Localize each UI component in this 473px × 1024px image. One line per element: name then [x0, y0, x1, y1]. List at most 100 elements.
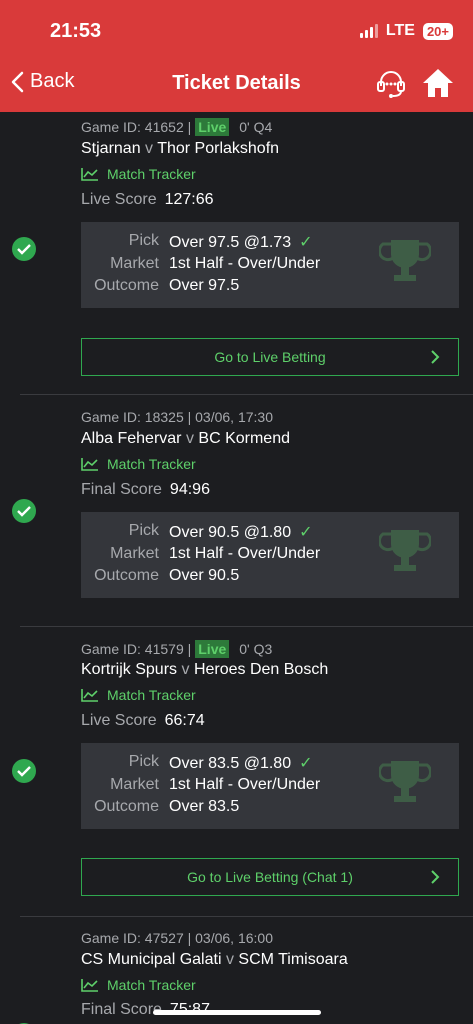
match-tracker-label: Match Tracker — [107, 687, 196, 703]
market-value: 1st Half - Over/Under — [169, 776, 321, 793]
market-value: 1st Half - Over/Under — [169, 545, 321, 562]
ticket-item: Game ID: 18325 | 03/06, 17:30 Alba Feher… — [12, 395, 473, 627]
market-value: 1st Half - Over/Under — [169, 255, 321, 272]
score-label: Final Score — [81, 481, 162, 498]
home-team: Kortrijk Spurs — [81, 661, 178, 678]
home-icon[interactable] — [421, 66, 455, 105]
match-tracker-link[interactable]: Match Tracker — [81, 456, 196, 472]
market-label: Market — [110, 545, 159, 562]
away-team: SCM Timisoara — [238, 951, 348, 968]
score-row: Live Score 66:74 — [81, 712, 205, 730]
checkmark-icon: ✓ — [299, 234, 313, 251]
check-circle-icon — [12, 237, 36, 261]
checkmark-icon: ✓ — [299, 755, 313, 772]
pick-details: Pick Over 90.5 @1.80 ✓ Market 1st Half - … — [81, 512, 459, 598]
status-indicators: LTE 20+ — [359, 22, 453, 40]
score-row: Live Score 127:66 — [81, 191, 214, 209]
market-label: Market — [110, 255, 159, 272]
match-tracker-link[interactable]: Match Tracker — [81, 977, 196, 993]
score-value: 94:96 — [169, 481, 210, 498]
chart-line-icon — [81, 168, 98, 181]
network-label: LTE — [385, 22, 415, 39]
vs-label: v — [145, 140, 154, 157]
game-time: 0' Q4 — [239, 119, 273, 135]
match-tracker-label: Match Tracker — [107, 977, 196, 993]
game-id: Game ID: 41579 | — [81, 641, 192, 657]
home-team: CS Municipal Galati — [81, 951, 222, 968]
match-teams: Stjarnan v Thor Porlakshofn — [81, 140, 279, 158]
outcome-label: Outcome — [94, 277, 159, 294]
support-headset-icon[interactable] — [375, 68, 407, 105]
chevron-right-icon — [431, 870, 440, 884]
match-tracker-label: Match Tracker — [107, 166, 196, 182]
trophy-icon — [379, 240, 431, 281]
score-label: Final Score — [81, 1001, 162, 1018]
pick-value: Over 90.5 @1.80 — [169, 524, 292, 541]
ticket-item: Game ID: 41652 | Live 0' Q4 Stjarnan v T… — [12, 112, 473, 395]
game-id: Game ID: 47527 | 03/06, 16:00 — [81, 930, 273, 946]
checkmark-icon: ✓ — [299, 524, 313, 541]
pick-label: Pick — [128, 232, 159, 249]
check-circle-icon — [12, 499, 36, 523]
away-team: BC Kormend — [198, 430, 290, 447]
ticket-list: Game ID: 41652 | Live 0' Q4 Stjarnan v T… — [0, 112, 473, 1024]
status-time: 21:53 — [50, 20, 102, 42]
nav-bar: Back Ticket Details — [0, 58, 473, 108]
pick-label: Pick — [128, 522, 159, 539]
score-label: Live Score — [81, 191, 157, 208]
game-id: Game ID: 41652 | — [81, 119, 192, 135]
signal-icon — [359, 24, 378, 38]
live-betting-button[interactable]: Go to Live Betting (Chat 1) — [81, 858, 459, 896]
outcome-label: Outcome — [94, 798, 159, 815]
score-value: 66:74 — [164, 712, 205, 729]
trophy-icon — [379, 761, 431, 802]
match-tracker-link[interactable]: Match Tracker — [81, 687, 196, 703]
battery-indicator: 20+ — [422, 22, 453, 40]
chart-line-icon — [81, 458, 98, 471]
game-id-row: Game ID: 18325 | 03/06, 17:30 — [81, 409, 273, 425]
score-value: 127:66 — [164, 191, 214, 208]
market-label: Market — [110, 776, 159, 793]
pick-value: Over 83.5 @1.80 — [169, 755, 292, 772]
vs-label: v — [185, 430, 194, 447]
trophy-icon — [379, 530, 431, 571]
ticket-item: Game ID: 41579 | Live 0' Q3 Kortrijk Spu… — [12, 627, 473, 917]
vs-label: v — [225, 951, 234, 968]
home-indicator[interactable] — [153, 1010, 321, 1015]
game-id: Game ID: 18325 | 03/06, 17:30 — [81, 409, 273, 425]
pick-details: Pick Over 97.5 @1.73 ✓ Market 1st Half - … — [81, 222, 459, 308]
match-teams: CS Municipal Galati v SCM Timisoara — [81, 951, 348, 969]
chart-line-icon — [81, 979, 98, 992]
game-id-row: Game ID: 41579 | Live 0' Q3 — [81, 640, 272, 658]
live-betting-label: Go to Live Betting — [214, 349, 326, 365]
score-label: Live Score — [81, 712, 157, 729]
pick-label: Pick — [128, 753, 159, 770]
game-id-row: Game ID: 47527 | 03/06, 16:00 — [81, 930, 273, 946]
score-row: Final Score 94:96 — [81, 481, 210, 499]
outcome-label: Outcome — [94, 567, 159, 584]
away-team: Heroes Den Bosch — [193, 661, 329, 678]
outcome-value: Over 97.5 — [169, 277, 240, 294]
live-badge: Live — [195, 118, 230, 136]
home-team: Stjarnan — [81, 140, 141, 157]
game-time: 0' Q3 — [239, 641, 273, 657]
header: 21:53 LTE 20+ Back Ticket Details — [0, 0, 473, 112]
vs-label: v — [181, 661, 190, 678]
outcome-value: Over 90.5 — [169, 567, 240, 584]
live-badge: Live — [195, 640, 230, 658]
outcome-value: Over 83.5 — [169, 798, 240, 815]
live-betting-label: Go to Live Betting (Chat 1) — [187, 869, 353, 885]
chevron-right-icon — [431, 350, 440, 364]
away-team: Thor Porlakshofn — [157, 140, 280, 157]
pick-value: Over 97.5 @1.73 — [169, 234, 292, 251]
check-circle-icon — [12, 759, 36, 783]
match-teams: Alba Fehervar v BC Kormend — [81, 430, 290, 448]
match-tracker-label: Match Tracker — [107, 456, 196, 472]
game-id-row: Game ID: 41652 | Live 0' Q4 — [81, 118, 272, 136]
match-teams: Kortrijk Spurs v Heroes Den Bosch — [81, 661, 328, 679]
pick-details: Pick Over 83.5 @1.80 ✓ Market 1st Half - … — [81, 743, 459, 829]
chart-line-icon — [81, 689, 98, 702]
home-team: Alba Fehervar — [81, 430, 182, 447]
live-betting-button[interactable]: Go to Live Betting — [81, 338, 459, 376]
match-tracker-link[interactable]: Match Tracker — [81, 166, 196, 182]
